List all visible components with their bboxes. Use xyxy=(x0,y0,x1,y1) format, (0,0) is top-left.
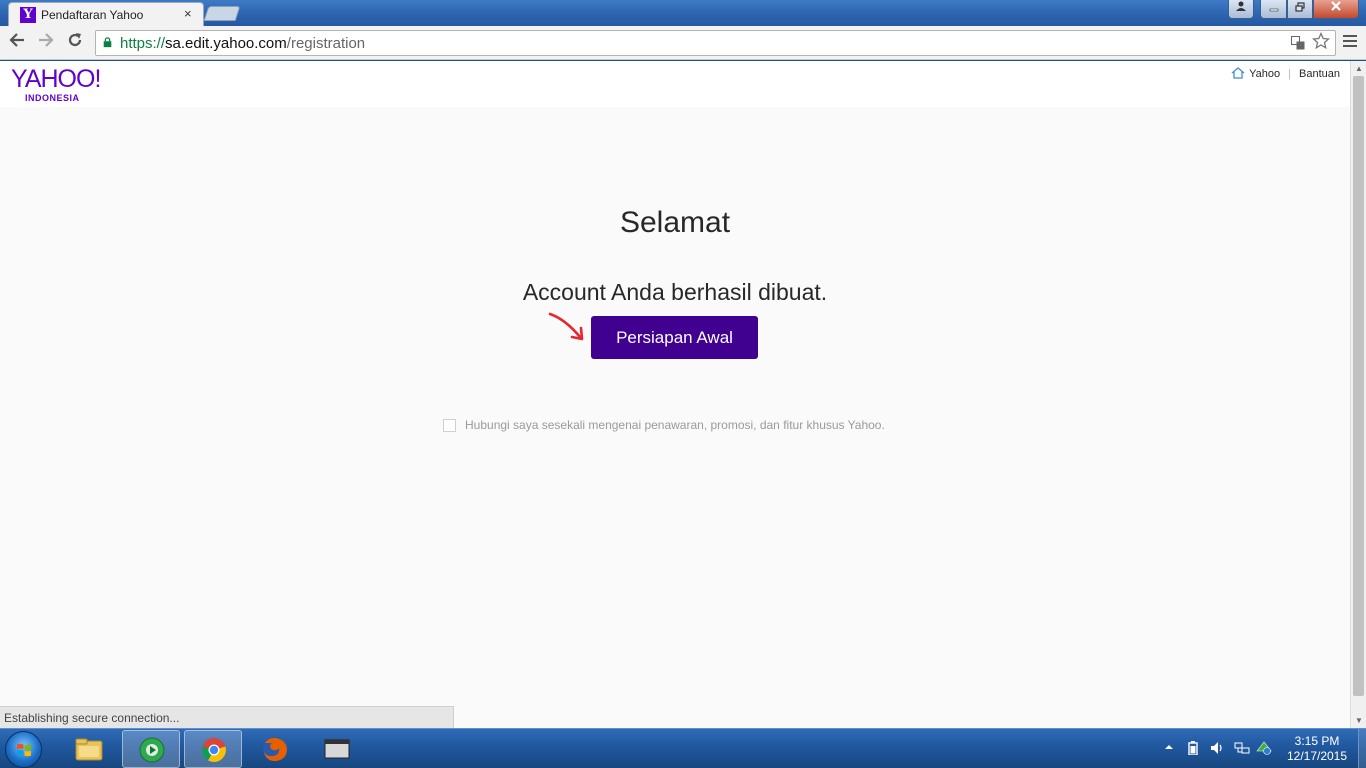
volume-icon[interactable] xyxy=(1210,741,1224,758)
firefox-icon xyxy=(263,737,287,761)
chrome-icon xyxy=(202,738,226,762)
address-bar[interactable]: https://sa.edit.yahoo.com/registration xyxy=(95,30,1336,56)
minimize-window-button[interactable] xyxy=(1260,0,1287,19)
start-button[interactable] xyxy=(5,731,42,768)
web-page: YAHOO! INDONESIA Yahoo | Bantuan Selamat A… xyxy=(0,61,1350,728)
vertical-scrollbar[interactable]: ▲ ▼ xyxy=(1350,61,1366,728)
tab-close-icon[interactable]: × xyxy=(184,6,192,21)
tab-title: Pendaftaran Yahoo xyxy=(41,8,144,22)
restore-window-button[interactable] xyxy=(1287,0,1313,19)
logo-wordmark: YAHOO! xyxy=(11,65,101,93)
show-desktop-button[interactable] xyxy=(1358,729,1366,768)
optin-checkbox[interactable] xyxy=(443,419,456,432)
taskbar-clock[interactable]: 3:15 PM 12/17/2015 xyxy=(1282,734,1352,764)
action-center-icon[interactable] xyxy=(1256,741,1272,758)
close-window-button[interactable] xyxy=(1313,0,1359,19)
red-arrow-annotation-icon xyxy=(548,312,584,341)
scroll-thumb[interactable] xyxy=(1353,76,1364,696)
home-icon[interactable] xyxy=(1231,67,1245,79)
back-arrow-icon[interactable] xyxy=(6,31,28,53)
success-message: Account Anda berhasil dibuat. xyxy=(522,279,828,305)
get-started-button[interactable]: Persiapan Awal xyxy=(591,316,758,359)
translate-icon[interactable] xyxy=(1291,36,1305,50)
battery-icon[interactable] xyxy=(1188,741,1198,758)
help-link[interactable]: Bantuan xyxy=(1299,68,1340,80)
taskbar-firefox[interactable] xyxy=(246,730,304,768)
url-path: /registration xyxy=(286,35,366,52)
windows-taskbar: 3:15 PM 12/17/2015 xyxy=(0,728,1366,768)
taskbar-window[interactable] xyxy=(308,730,366,768)
yahoo-favicon-icon: Y xyxy=(20,7,36,23)
scroll-up-icon[interactable]: ▲ xyxy=(1354,64,1364,73)
header-links: Yahoo | Bantuan xyxy=(1231,67,1340,80)
browser-toolbar: https://sa.edit.yahoo.com/registration xyxy=(0,26,1366,60)
reload-icon[interactable] xyxy=(64,31,86,53)
bookmark-star-icon[interactable] xyxy=(1311,31,1331,55)
network-icon[interactable] xyxy=(1234,741,1250,758)
yahoo-indonesia-logo[interactable]: YAHOO! INDONESIA xyxy=(11,65,101,104)
window-titlebar: Y Pendaftaran Yahoo × xyxy=(0,0,1366,28)
chrome-menu-icon[interactable] xyxy=(1343,35,1357,47)
url-scheme: https:// xyxy=(120,35,166,52)
browser-tab-active[interactable]: Y Pendaftaran Yahoo × xyxy=(8,2,204,28)
new-tab-button[interactable] xyxy=(203,6,241,21)
show-hidden-icons-icon[interactable] xyxy=(1164,741,1174,755)
forward-arrow-icon[interactable] xyxy=(35,31,57,53)
window-icon xyxy=(324,739,350,759)
secure-lock-icon[interactable] xyxy=(102,37,113,48)
scroll-down-icon[interactable]: ▼ xyxy=(1354,716,1364,725)
page-title: Selamat xyxy=(619,206,731,239)
logo-country: INDONESIA xyxy=(25,93,80,103)
profile-user-icon[interactable] xyxy=(1228,0,1254,19)
clock-date: 12/17/2015 xyxy=(1286,749,1348,763)
optin-label[interactable]: Hubungi saya sesekali mengenai penawaran… xyxy=(465,418,885,432)
taskbar-explorer[interactable] xyxy=(60,730,118,768)
status-bubble: Establishing secure connection... xyxy=(0,706,454,728)
url-host: sa.edit.yahoo.com xyxy=(165,35,287,52)
folder-icon xyxy=(75,738,103,761)
url-text[interactable]: https://sa.edit.yahoo.com/registration xyxy=(120,35,365,52)
yahoo-home-link[interactable]: Yahoo xyxy=(1249,68,1280,80)
page-header: YAHOO! INDONESIA Yahoo | Bantuan xyxy=(0,61,1350,107)
link-separator: | xyxy=(1288,68,1292,80)
windows-logo-icon xyxy=(17,743,31,757)
taskbar-chrome[interactable] xyxy=(184,730,242,768)
promo-optin[interactable]: Hubungi saya sesekali mengenai penawaran… xyxy=(443,418,885,432)
taskbar-media-player[interactable] xyxy=(122,730,180,768)
clock-time: 3:15 PM xyxy=(1294,734,1340,748)
media-player-icon xyxy=(139,737,165,763)
